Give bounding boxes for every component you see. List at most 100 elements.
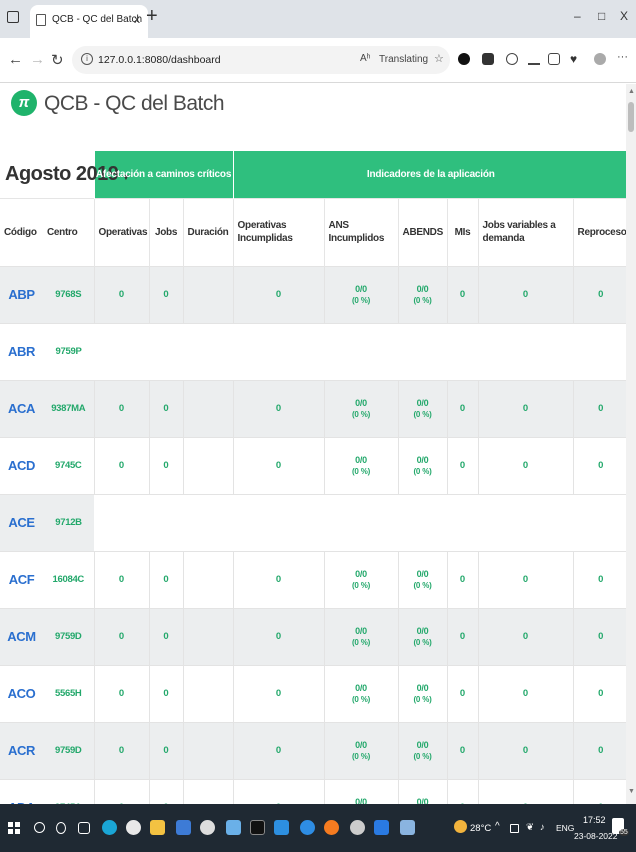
table-row[interactable]: ACA 9387MA 0 0 0 0/0 (0 %) 0/0 (0 %) 0 0 0 (0, 379, 626, 437)
cortana-icon[interactable] (56, 822, 66, 834)
search-icon[interactable] (34, 822, 45, 833)
cell-abends: 0/0(0 %) (397, 607, 448, 665)
vscode-icon[interactable] (274, 820, 289, 835)
address-bar[interactable]: i 127.0.0.1:8080/dashboard Aʰ Translatin… (72, 46, 450, 74)
cell-duracion (182, 721, 234, 779)
forward-arrow-icon[interactable]: → (30, 51, 45, 68)
page-content: π QCB - QC del Batch Agosto 2019▼ Afecta… (0, 84, 626, 804)
table-row[interactable]: ABP 9768S 0 0 0 0/0 (0 %) 0/0 (0 %) 0 0 0 (0, 265, 626, 323)
firefox-icon[interactable] (324, 820, 339, 835)
scroll-down-icon[interactable]: ▼ (628, 788, 635, 795)
scroll-up-icon[interactable]: ▲ (628, 88, 635, 95)
new-tab-button[interactable]: + (146, 5, 158, 28)
row-code-link[interactable]: ACD (0, 436, 43, 494)
table-row[interactable]: ACE 9712B (0, 493, 626, 551)
refresh-icon[interactable]: ↻ (51, 51, 64, 69)
cell-operativas: 0 (93, 550, 150, 608)
cell-jobs-variables: 0 (477, 379, 574, 437)
chrome-icon[interactable] (126, 820, 141, 835)
row-centro: 9712B (43, 493, 95, 551)
row-code-link[interactable]: ACO (0, 664, 43, 722)
favorites-icon[interactable] (528, 53, 540, 65)
postgres-icon[interactable] (400, 820, 415, 835)
col-centro[interactable]: Centro (43, 197, 95, 266)
col-mis[interactable]: MIs (446, 197, 479, 266)
scrollbar-thumb[interactable] (628, 102, 634, 132)
row-code-link[interactable]: ACA (0, 379, 43, 437)
col-jobs[interactable]: Jobs (148, 197, 184, 266)
weather-icon[interactable] (454, 820, 467, 833)
profile-avatar[interactable] (594, 53, 606, 65)
site-info-icon[interactable]: i (81, 53, 93, 65)
col-reprocesos[interactable]: Reprocesos (572, 197, 626, 266)
row-code-link[interactable]: ACF (0, 550, 43, 608)
favorite-star-icon[interactable]: ☆ (434, 52, 444, 65)
file-explorer-icon[interactable] (150, 820, 165, 835)
table-row[interactable]: ADA9745A0000/0(0 %)0/0(0 %)000 (0, 778, 626, 804)
browser-tab[interactable]: QCB - QC del Batch x (30, 5, 148, 38)
row-code-link[interactable]: ACE (0, 493, 43, 551)
network-icon[interactable] (510, 824, 519, 833)
collections-icon[interactable] (548, 53, 560, 65)
extensions-icon[interactable] (506, 53, 518, 65)
clock-date[interactable]: 23-08-2022 (574, 831, 617, 841)
more-menu-icon[interactable]: ··· (617, 52, 629, 65)
abends-ratio: 0/0 (416, 283, 429, 294)
table-row[interactable]: ACR 9759D 0 0 0 0/0 (0 %) 0/0 (0 %) 0 0 0 (0, 721, 626, 779)
page-scrollbar[interactable]: ▲ ▼ (626, 84, 636, 804)
ans-percent: (0 %) (351, 694, 371, 704)
row-code-link[interactable]: ADA (0, 778, 43, 804)
col-abends[interactable]: ABENDS (397, 197, 448, 266)
temperature[interactable]: 28°C (470, 823, 491, 834)
extension-circle-icon[interactable] (458, 53, 470, 65)
ans-percent: (0 %) (351, 580, 371, 590)
table-row[interactable]: ACF 16084C 0 0 0 0/0 (0 %) 0/0 (0 %) 0 0 0 (0, 550, 626, 608)
back-arrow-icon[interactable]: ← (8, 51, 23, 68)
col-codigo[interactable]: Código (0, 197, 43, 266)
gears-icon[interactable] (350, 820, 365, 835)
tab-close-icon[interactable]: x (134, 12, 140, 26)
edge-icon[interactable] (102, 820, 117, 835)
month-selector[interactable]: Agosto 2019▼ (0, 151, 130, 198)
col-operativas[interactable]: Operativas (93, 197, 150, 266)
col-operativas-incumplidas[interactable]: Operativas Incumplidas (232, 197, 325, 266)
wifi-icon[interactable]: ❦ (526, 822, 534, 833)
col-jobs-variables[interactable]: Jobs variables a demanda (477, 197, 574, 266)
clock-time[interactable]: 17:52 (583, 815, 606, 825)
cell-reprocesos: 0 (572, 778, 626, 804)
messenger-icon[interactable] (300, 820, 315, 835)
row-code-link[interactable]: ACR (0, 721, 43, 779)
translating-indicator[interactable]: Translating (379, 54, 428, 65)
windows-start-icon[interactable] (8, 822, 20, 834)
table-row[interactable]: ACD 9745C 0 0 0 0/0 (0 %) 0/0 (0 %) 0 0 0 (0, 436, 626, 494)
window-minimize-button[interactable]: – (574, 9, 581, 23)
col-ans-incumplidos[interactable]: ANS Incumplidos (323, 197, 399, 266)
read-aloud-icon[interactable]: Aʰ (360, 53, 371, 64)
tab-actions-icon[interactable] (7, 11, 19, 23)
col-duracion[interactable]: Duración (182, 197, 234, 266)
cell-mis: 0 (446, 265, 479, 323)
row-code-link[interactable]: ABR (0, 322, 43, 380)
empty-row-fill (94, 322, 626, 380)
outlook-icon[interactable] (374, 820, 389, 835)
tray-chevron-icon[interactable]: ^ (495, 821, 500, 832)
terminal-icon[interactable] (250, 820, 265, 835)
task-view-icon[interactable] (78, 822, 90, 834)
row-code-link[interactable]: ABP (0, 265, 43, 323)
table-row[interactable]: ACO 5565H 0 0 0 0/0 (0 %) 0/0 (0 %) 0 0 0 (0, 664, 626, 722)
health-heart-icon[interactable]: ♥ (570, 53, 582, 65)
window-close-button[interactable]: X (620, 9, 628, 23)
row-code-link[interactable]: ACM (0, 607, 43, 665)
url-text[interactable]: 127.0.0.1:8080/dashboard (98, 54, 221, 66)
notepad-icon[interactable] (226, 820, 241, 835)
extension-puzzle-icon[interactable] (482, 53, 494, 65)
app-icon[interactable] (176, 820, 191, 835)
settings-gear-icon[interactable] (200, 820, 215, 835)
table-row[interactable]: ACM 9759D 0 0 0 0/0 (0 %) 0/0 (0 %) 0 0 0 (0, 607, 626, 665)
cell-operativas-incumplidas: 0 (232, 379, 325, 437)
table-row[interactable]: ABR 9759P (0, 322, 626, 380)
volume-icon[interactable]: ♪ (540, 822, 545, 833)
cell-mis: 0 (446, 664, 479, 722)
language-indicator[interactable]: ENG (556, 823, 574, 833)
window-restore-button[interactable]: □ (598, 9, 605, 23)
